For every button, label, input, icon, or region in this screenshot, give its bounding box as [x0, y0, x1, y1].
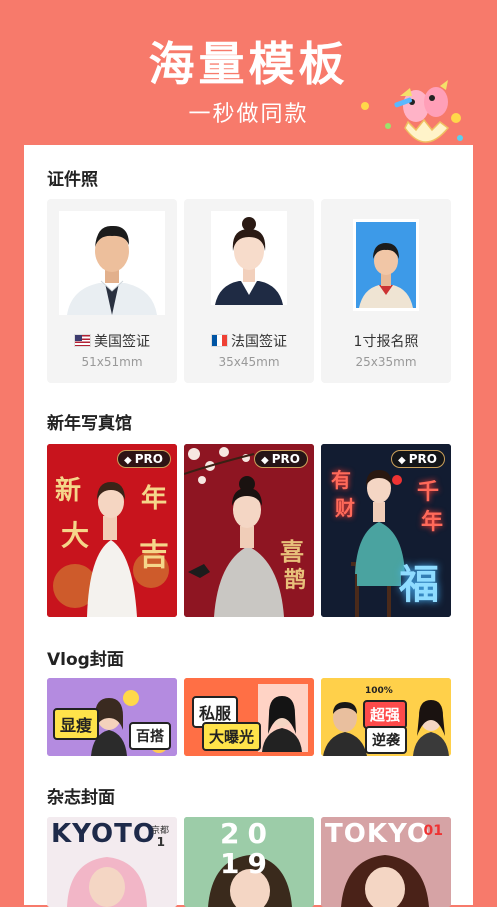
us-visa-label: 美国签证 — [94, 334, 150, 350]
new-year-char: 新 — [55, 476, 82, 506]
section-title-id-photo: 证件照 — [47, 170, 98, 190]
section-title-magazine: 杂志封面 — [47, 788, 115, 808]
new-year-char: 吉 — [139, 538, 169, 573]
new-year-char: 福 — [399, 561, 439, 608]
new-year-char: 有 — [331, 468, 351, 492]
new-year-template-1[interactable]: 新 年 大 吉 ◆ PRO — [47, 444, 177, 617]
us-visa-photo — [59, 211, 165, 315]
vlog-tag: 百搭 — [129, 722, 171, 750]
new-year-char: 财 — [335, 496, 355, 520]
section-title-vlog: Vlog封面 — [47, 650, 124, 670]
magazine-issue: 1 — [156, 835, 165, 849]
new-year-char: 年 — [141, 484, 168, 514]
id-template-us-visa[interactable]: 美国签证 51x51mm — [47, 199, 177, 383]
mascot-illustration — [361, 80, 463, 143]
pro-badge: ◆ PRO — [391, 450, 445, 468]
id-template-one-inch[interactable]: 1寸报名照 25x35mm — [321, 199, 451, 383]
id-template-name: 1寸报名照 — [353, 334, 419, 350]
new-year-template-2[interactable]: 喜 鹊 ◆ PRO — [184, 444, 314, 617]
pro-label: PRO — [408, 452, 437, 466]
vlog-tag: 逆袭 — [365, 726, 407, 754]
id-template-size: 51x51mm — [81, 355, 143, 369]
vlog-tag-small: 100% — [365, 686, 393, 696]
vlog-template-3[interactable]: 100% 超强 逆袭 — [321, 678, 451, 756]
magazine-title: KYOTO — [51, 819, 156, 849]
id-template-size: 35x45mm — [218, 355, 280, 369]
magazine-title-2: 19 — [220, 847, 275, 880]
new-year-char: 千 — [417, 479, 440, 505]
france-visa-photo — [211, 211, 287, 305]
vlog-tag: 超强 — [363, 700, 408, 729]
pro-label: PRO — [271, 452, 300, 466]
france-visa-label: 法国签证 — [231, 334, 287, 350]
one-inch-photo — [353, 219, 419, 311]
us-flag-icon — [74, 334, 91, 347]
magazine-title: TOKYO — [325, 819, 430, 849]
new-year-char: 鹊 — [284, 567, 307, 593]
pro-badge: ◆ PRO — [117, 450, 171, 468]
pro-label: PRO — [134, 452, 163, 466]
fr-flag-icon — [211, 334, 228, 347]
new-year-char: 年 — [421, 509, 444, 535]
id-template-size: 25x35mm — [355, 355, 417, 369]
id-template-name: 美国签证 — [47, 331, 177, 351]
diamond-icon: ◆ — [261, 455, 269, 466]
vlog-tag: 显瘦 — [53, 708, 100, 740]
magazine-title: 20 — [220, 817, 275, 850]
section-title-new-year: 新年写真馆 — [47, 414, 132, 434]
magazine-template-2[interactable]: 20 19 — [184, 817, 314, 907]
vlog-template-1[interactable]: 显瘦 百搭 — [47, 678, 177, 756]
magazine-template-1[interactable]: KYOTO 京都 1 — [47, 817, 177, 907]
vlog-tag: 大曝光 — [202, 722, 262, 751]
pro-badge: ◆ PRO — [254, 450, 308, 468]
id-template-name: 法国签证 — [184, 331, 314, 351]
magazine-template-3[interactable]: TOKYO 01 — [321, 817, 451, 907]
magazine-issue: 01 — [423, 823, 443, 839]
new-year-char: 大 — [61, 519, 90, 552]
template-card: 证件照 美国签证 51x51mm 法国签证 35x45mm 1寸报名照 25x3… — [24, 145, 473, 907]
id-template-france-visa[interactable]: 法国签证 35x45mm — [184, 199, 314, 383]
diamond-icon: ◆ — [398, 455, 406, 466]
vlog-template-2[interactable]: 私服 大曝光 — [184, 678, 314, 756]
diamond-icon: ◆ — [124, 455, 132, 466]
new-year-template-3[interactable]: 千 年 有 财 福 ◆ PRO — [321, 444, 451, 617]
